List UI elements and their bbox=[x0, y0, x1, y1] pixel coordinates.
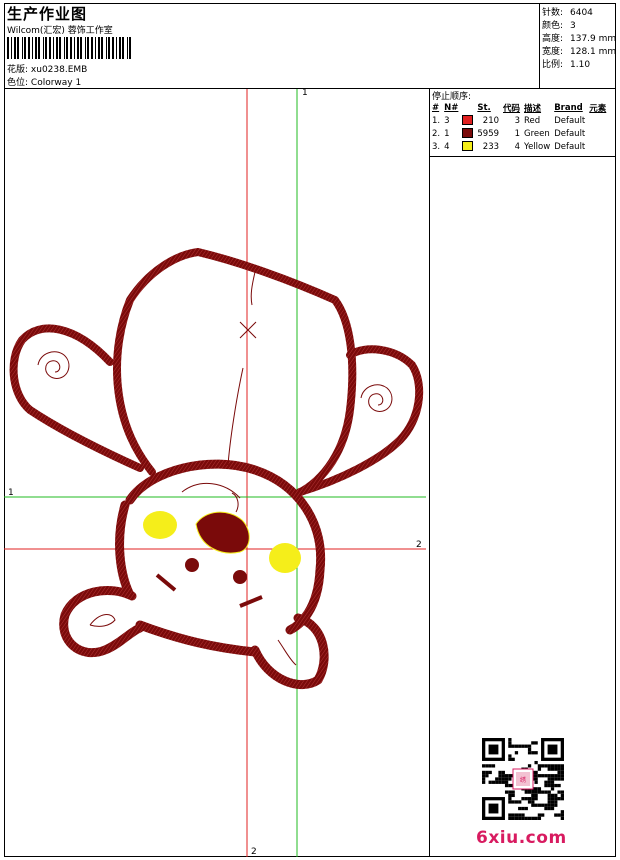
body-bottom-outline bbox=[135, 620, 260, 657]
stop-sequence-table: # N# St. 代码 描述 Brand 元素 1. 3 210 3 Red D… bbox=[430, 101, 608, 153]
stat-value: 137.9 mm bbox=[570, 34, 617, 44]
barcode-image bbox=[7, 37, 131, 59]
table-row: 1. 3 210 3 Red Default bbox=[430, 114, 608, 127]
row-order: 1. bbox=[432, 115, 441, 126]
stat-value: 6404 bbox=[570, 8, 593, 18]
row-desc: Green bbox=[524, 128, 550, 139]
hat-outline bbox=[113, 248, 357, 498]
stat-width: 宽度: 128.1 mm bbox=[542, 44, 616, 57]
embroidery-design bbox=[4, 89, 426, 857]
row-code: 3 bbox=[514, 115, 521, 126]
row-code: 1 bbox=[514, 128, 521, 139]
guide-label-green-left: 1 bbox=[8, 488, 14, 498]
design-file-row: 花版: xu0238.EMB bbox=[7, 62, 87, 75]
stat-label: 针数: bbox=[542, 8, 564, 18]
table-row: 3. 4 233 4 Yellow Default bbox=[430, 140, 608, 153]
header-info: 生产作业图 Wilcom(汇宏) 蓉饰工作室 花版: xu0238.EMB 色位… bbox=[4, 3, 540, 89]
row-num: 3 bbox=[444, 115, 450, 126]
table-row: 2. 1 5959 1 Green Default bbox=[430, 127, 608, 140]
cross-mark bbox=[239, 321, 257, 339]
row-num: 4 bbox=[444, 141, 450, 152]
row-code: 4 bbox=[514, 141, 521, 152]
colorway-label: 色位: bbox=[7, 78, 29, 88]
right-ear-swirl bbox=[360, 384, 393, 412]
right-cheek bbox=[269, 543, 301, 573]
col-header: Brand bbox=[554, 102, 583, 113]
design-file-name: xu0238.EMB bbox=[30, 65, 88, 75]
left-ear-swirl bbox=[37, 351, 70, 379]
row-stitches: 210 bbox=[482, 115, 500, 126]
design-file-label: 花版: bbox=[7, 65, 29, 75]
svg-text:绣: 绣 bbox=[520, 776, 526, 784]
right-eye bbox=[233, 570, 247, 584]
left-whisker bbox=[155, 573, 177, 592]
watermark-logo: 6xiu.com bbox=[476, 828, 567, 848]
hat-top-line bbox=[250, 271, 256, 306]
stat-label: 宽度: bbox=[542, 47, 564, 57]
colorway-name: Colorway 1 bbox=[30, 78, 82, 88]
color-swatch bbox=[462, 141, 474, 152]
col-header: 代码 bbox=[503, 103, 521, 114]
eyebrow-line bbox=[181, 482, 241, 513]
row-brand: Default bbox=[554, 128, 586, 139]
row-desc: Red bbox=[524, 115, 541, 126]
col-header: N# bbox=[444, 102, 459, 113]
guide-label-red-right: 2 bbox=[416, 540, 422, 550]
stat-value: 1.10 bbox=[570, 60, 591, 70]
row-brand: Default bbox=[554, 115, 586, 126]
color-swatch bbox=[462, 115, 474, 126]
row-stitches: 233 bbox=[482, 141, 500, 152]
stop-sequence-panel: 停止顺序: # N# St. 代码 描述 Brand 元素 1. 3 210 3… bbox=[430, 89, 616, 157]
row-order: 2. bbox=[432, 128, 441, 139]
row-desc: Yellow bbox=[524, 141, 551, 152]
stat-value: 128.1 mm bbox=[570, 47, 617, 57]
row-order: 3. bbox=[432, 141, 441, 152]
left-eye bbox=[185, 558, 199, 572]
stats-panel: 针数: 6404 颜色: 3 高度: 137.9 mm 宽度: 128.1 mm 比例:… bbox=[540, 3, 616, 89]
stat-colors: 颜色: 3 bbox=[542, 18, 576, 31]
stat-label: 高度: bbox=[542, 34, 564, 44]
table-header-row: # N# St. 代码 描述 Brand 元素 bbox=[430, 101, 608, 114]
col-header: 元素 bbox=[589, 103, 607, 114]
col-header: St. bbox=[477, 102, 491, 113]
guide-label-green-top: 1 bbox=[302, 88, 308, 98]
qr-code-image: 绣 bbox=[482, 738, 564, 820]
col-header: 描述 bbox=[524, 103, 542, 114]
company-name: Wilcom(汇宏) 蓉饰工作室 bbox=[7, 26, 113, 36]
stat-scale: 比例: 1.10 bbox=[542, 57, 590, 70]
row-brand: Default bbox=[554, 141, 586, 152]
left-cheek bbox=[143, 511, 177, 539]
stat-value: 3 bbox=[570, 21, 576, 31]
left-hand-inner bbox=[89, 614, 116, 627]
nose bbox=[195, 511, 250, 554]
cheek-lower-left bbox=[115, 500, 135, 600]
hat-seam-line bbox=[227, 367, 244, 466]
stat-stitches: 针数: 6404 bbox=[542, 5, 593, 18]
stat-height: 高度: 137.9 mm bbox=[542, 31, 616, 44]
row-num: 1 bbox=[444, 128, 450, 139]
color-swatch bbox=[462, 128, 474, 139]
colorway-row: 色位: Colorway 1 bbox=[7, 75, 81, 88]
page-title: 生产作业图 bbox=[7, 5, 88, 23]
stat-label: 比例: bbox=[542, 60, 564, 70]
right-ear-outline bbox=[296, 345, 424, 496]
guide-label-red-bottom: 2 bbox=[251, 847, 257, 857]
mouth-line bbox=[239, 595, 263, 608]
col-header bbox=[460, 101, 475, 114]
col-header: # bbox=[432, 102, 440, 113]
left-hand-outline bbox=[59, 586, 145, 658]
row-stitches: 5959 bbox=[477, 128, 500, 139]
stat-label: 颜色: bbox=[542, 21, 564, 31]
